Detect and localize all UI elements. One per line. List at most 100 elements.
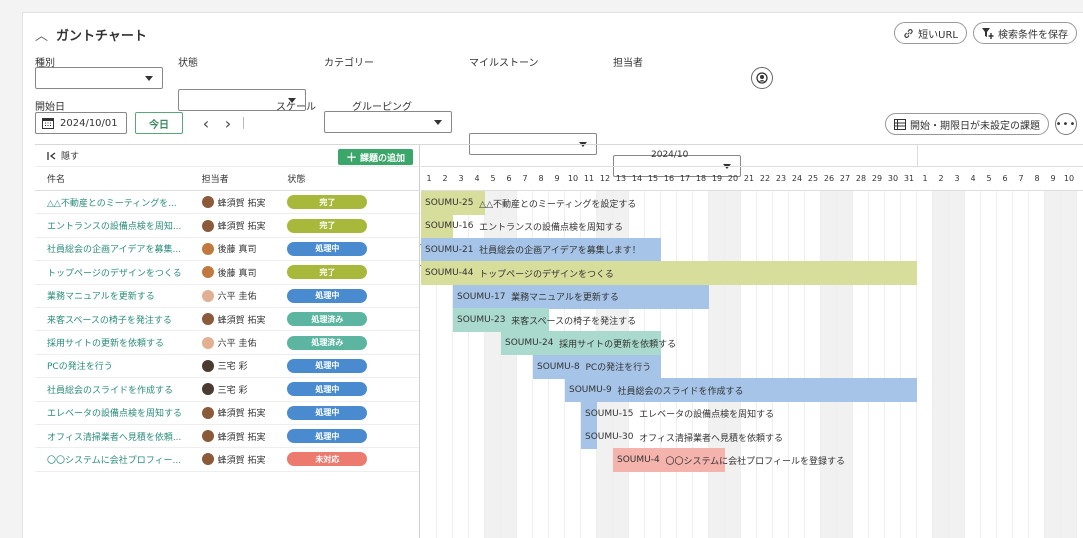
table-row[interactable]: オフィス清掃業者へ見積を依頼... 蜂須賀 拓実 処理中	[35, 425, 419, 449]
table-row[interactable]: エレベータの設備点検を周知する 蜂須賀 拓実 処理中	[35, 402, 419, 425]
gantt-bar[interactable]: SOUMU-15 エレベータの設備点検を周知する	[581, 401, 774, 426]
gantt-bar[interactable]: SOUMU-17 業務マニュアルを更新する	[453, 284, 709, 309]
today-button[interactable]: 今日	[135, 112, 183, 134]
month-label: 2024/10	[651, 150, 689, 160]
issue-name-link[interactable]: 〇〇システムに会社プロフィー...	[35, 453, 202, 466]
table-row[interactable]: 社員総会の企画アイデアを募集... 後藤 真司 処理中	[35, 238, 419, 262]
gantt-bar[interactable]: SOUMU-30 オフィス清掃業者へ見積を依頼する	[581, 425, 783, 449]
issue-name-link[interactable]: オフィス清掃業者へ見積を依頼...	[35, 430, 202, 443]
status-badge: 処理済み	[287, 312, 368, 327]
day-label: 31	[903, 174, 915, 183]
gantt-bar[interactable]: SOUMU-25 △△不動産とのミーティングを設定する	[421, 191, 636, 215]
table-row[interactable]: 〇〇システムに会社プロフィー... 蜂須賀 拓実 未対応	[35, 448, 419, 472]
gantt-bar-label: 採用サイトの更新を依頼する	[559, 339, 677, 350]
issue-name-link[interactable]: 来客スペースの椅子を発注する	[35, 313, 202, 326]
avatar	[201, 383, 214, 396]
gantt-bar-label: 来客スペースの椅子を発注する	[511, 316, 637, 327]
gantt-bar[interactable]: SOUMU-4 〇〇システムに会社プロフィールを登録する	[613, 448, 845, 473]
day-label: 11	[583, 174, 595, 183]
next-period-icon[interactable]: ›	[221, 114, 235, 133]
day-column	[837, 191, 853, 538]
hide-panel-label: 隠す	[61, 152, 80, 162]
assignee-name: 三宅 彩	[217, 385, 248, 396]
day-column	[1061, 191, 1077, 538]
table-row[interactable]: トップページのデザインをつくる 後藤 真司 完了	[35, 261, 419, 285]
type-select[interactable]	[35, 67, 163, 89]
prev-period-icon[interactable]: ‹	[199, 114, 213, 133]
grouping-label: グルーピング	[352, 102, 412, 113]
start-date-label: 開始日	[35, 102, 65, 113]
status-cell: 完了	[287, 195, 419, 210]
assignee-name: 蜂須賀 拓実	[217, 409, 266, 420]
table-row[interactable]: 社員総会のスライドを作成する 三宅 彩 処理中	[35, 378, 419, 402]
day-label: 5	[986, 174, 992, 183]
gantt-bar[interactable]: SOUMU-21 社員総会の企画アイデアを募集します！	[421, 237, 661, 262]
more-options-icon[interactable]: •••	[1055, 113, 1077, 135]
gantt-bar[interactable]: SOUMU-23 来客スペースの椅子を発注する	[453, 308, 636, 332]
short-url-button[interactable]: 短いURL	[894, 22, 967, 44]
day-label: 30	[887, 174, 899, 183]
column-header-name[interactable]: 件名	[35, 172, 202, 185]
day-column	[805, 191, 821, 538]
day-label: 18	[695, 174, 707, 183]
issue-name-link[interactable]: エレベータの設備点検を周知する	[35, 406, 202, 419]
assign-me-button[interactable]	[751, 67, 773, 89]
gantt-bar-key: SOUMU-21	[425, 244, 474, 255]
table-row[interactable]: 採用サイトの更新を依頼する 六平 圭佑 処理済み	[35, 331, 419, 355]
collapse-left-icon	[47, 151, 56, 160]
collapse-chevron-icon[interactable]: ︿	[35, 25, 48, 44]
day-label: 3	[954, 174, 960, 183]
day-label: 29	[871, 174, 883, 183]
assignee-cell: 蜂須賀 拓実	[201, 313, 288, 326]
gantt-bar[interactable]: SOUMU-44 トップページのデザインをつくる	[421, 261, 917, 286]
gantt-bar[interactable]: SOUMU-8 PCの発注を行う	[533, 354, 661, 379]
timeline-panel: 2024/10 1 2 3 4 5 6 7 8 9 10 11 12 13 14 15 16 17 18 19 20 2…	[421, 145, 1083, 538]
gantt-bar[interactable]: SOUMU-16 エントランスの設備点検を周知する	[421, 214, 623, 239]
day-label: 9	[1050, 174, 1056, 183]
table-row[interactable]: エントランスの設備点検を周知... 蜂須賀 拓実 完了	[35, 214, 419, 238]
nav-divider	[243, 117, 244, 129]
day-label: 23	[775, 174, 787, 183]
issue-name-link[interactable]: 採用サイトの更新を依頼する	[35, 336, 202, 349]
day-label: 22	[759, 174, 771, 183]
gantt-bar[interactable]: SOUMU-24 採用サイトの更新を依頼する	[501, 331, 676, 356]
issue-name-link[interactable]: PCの発注を行う	[35, 359, 202, 372]
hide-panel-button[interactable]: 隠す	[47, 149, 79, 162]
start-date-input[interactable]: 2024/10/01	[35, 112, 127, 134]
add-issue-button[interactable]: ＋ 課題の追加	[337, 149, 413, 165]
gantt-bar[interactable]: SOUMU-9 社員総会のスライドを作成する	[565, 378, 917, 403]
table-row[interactable]: PCの発注を行う 三宅 彩 処理中	[35, 355, 419, 379]
unset-issues-button[interactable]: 開始・期限日が未設定の課題	[885, 113, 1049, 135]
issue-name-link[interactable]: エントランスの設備点検を周知...	[35, 219, 202, 232]
column-header-assignee[interactable]: 担当者	[202, 172, 288, 185]
assignee-name: 蜂須賀 拓実	[217, 198, 266, 209]
add-issue-label: 課題の追加	[359, 153, 405, 164]
table-row[interactable]: 来客スペースの椅子を発注する 蜂須賀 拓実 処理済み	[35, 308, 419, 332]
day-label: 20	[727, 174, 739, 183]
day-column	[885, 191, 901, 538]
status-badge: 処理済み	[287, 335, 368, 350]
avatar	[201, 453, 214, 466]
category-select[interactable]	[324, 111, 452, 133]
assignee-cell: 蜂須賀 拓実	[201, 406, 288, 420]
status-cell: 処理中	[287, 405, 419, 420]
status-cell: 処理済み	[287, 312, 419, 327]
issue-name-link[interactable]: 社員総会のスライドを作成する	[35, 383, 202, 396]
status-filter-label: 状態	[178, 58, 198, 69]
gantt-bar-label: エレベータの設備点検を周知する	[639, 410, 775, 421]
day-label: 7	[522, 174, 528, 183]
issue-name-link[interactable]: 社員総会の企画アイデアを募集...	[35, 242, 202, 255]
issue-name-link[interactable]: トップページのデザインをつくる	[35, 266, 202, 279]
issue-name-link[interactable]: △△不動産とのミーティングを...	[35, 196, 202, 209]
assignee-cell: 三宅 彩	[201, 359, 288, 372]
column-header-status[interactable]: 状態	[287, 172, 419, 185]
day-column	[869, 191, 885, 538]
day-label: 26	[823, 174, 835, 183]
status-cell: 未対応	[287, 452, 419, 467]
issue-name-link[interactable]: 業務マニュアルを更新する	[35, 289, 202, 302]
table-row[interactable]: 業務マニュアルを更新する 六平 圭佑 処理中	[35, 285, 419, 308]
table-row[interactable]: △△不動産とのミーティングを... 蜂須賀 拓実 完了	[35, 191, 419, 215]
save-search-button[interactable]: 検索条件を保存	[973, 22, 1077, 44]
assignee-cell: 後藤 真司	[201, 242, 288, 255]
day-label: 1	[426, 174, 432, 183]
